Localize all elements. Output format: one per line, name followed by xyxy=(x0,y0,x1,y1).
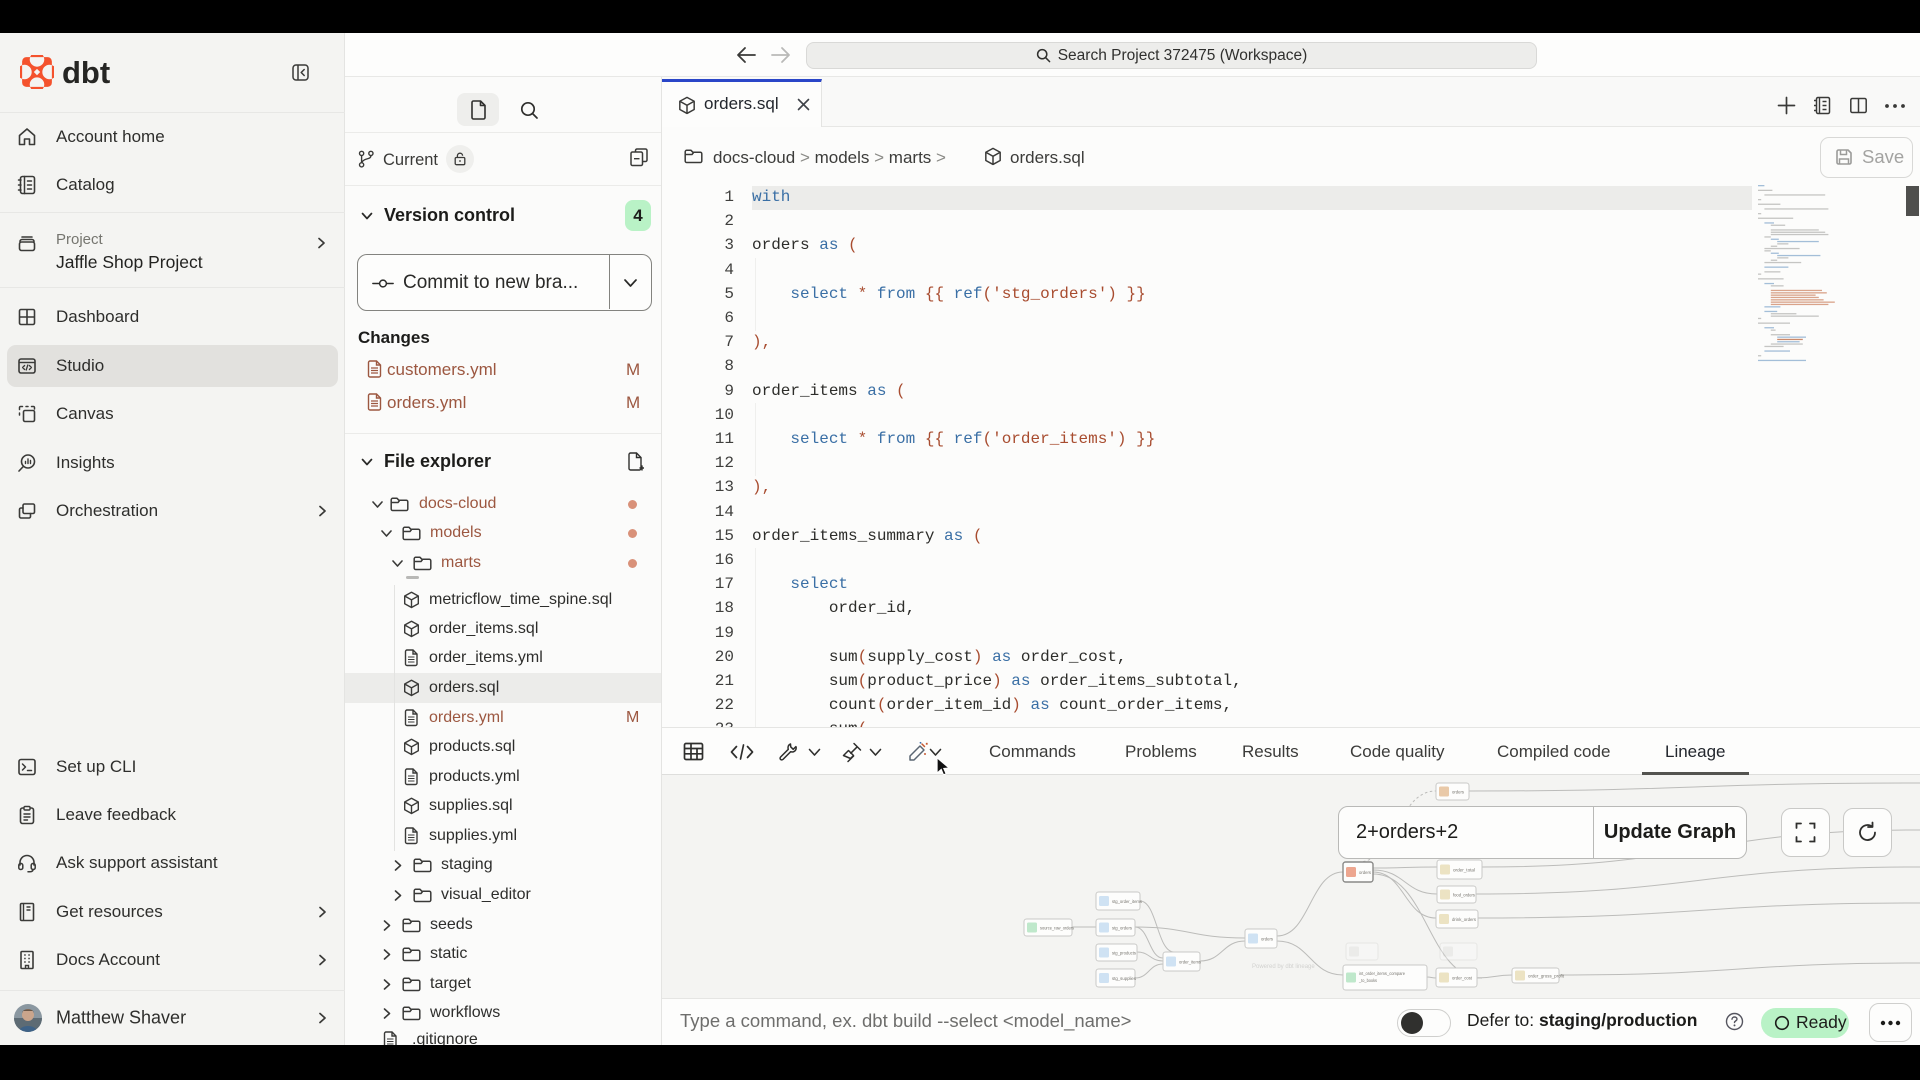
svg-text:stg_orders: stg_orders xyxy=(1112,926,1133,931)
svg-text:orders: orders xyxy=(1359,870,1372,875)
svg-text:stg_products: stg_products xyxy=(1112,951,1137,956)
svg-text:order_items: order_items xyxy=(1179,960,1202,965)
svg-text:orders: orders xyxy=(1261,937,1274,942)
svg-text:drink_orders: drink_orders xyxy=(1452,917,1477,922)
svg-text:food_orders: food_orders xyxy=(1453,893,1476,898)
svg-text:order_total: order_total xyxy=(1453,868,1475,873)
svg-text:orders: orders xyxy=(1452,790,1465,795)
svg-text:stg_supplies: stg_supplies xyxy=(1112,976,1137,981)
svg-text:order_gross_profit: order_gross_profit xyxy=(1528,974,1565,979)
svg-text:order_cost: order_cost xyxy=(1452,976,1473,981)
svg-text:source_raw_orders: source_raw_orders xyxy=(1040,926,1075,931)
svg-text:int_order_items_compare: int_order_items_compare xyxy=(1359,971,1405,976)
svg-text:_to_books: _to_books xyxy=(1358,978,1377,983)
svg-text:stg_order_items: stg_order_items xyxy=(1112,899,1143,904)
svg-text:Powered by dbt lineage: Powered by dbt lineage xyxy=(1252,964,1315,970)
